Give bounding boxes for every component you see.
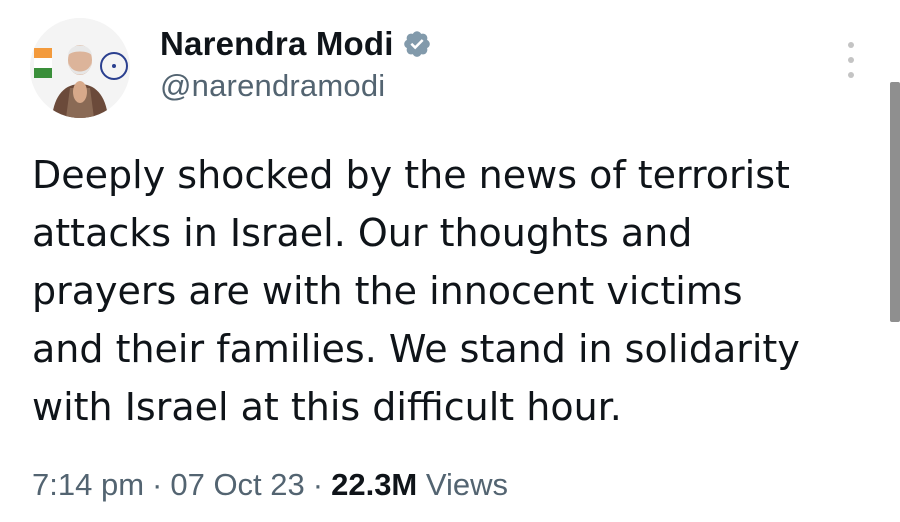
more-dot — [848, 72, 854, 78]
tweet-meta: 7:14 pm · 07 Oct 23 · 22.3M Views — [32, 467, 508, 503]
tweet-text-line: with Israel at this difficult hour. — [32, 385, 622, 429]
tweet-date[interactable]: 07 Oct 23 — [170, 467, 304, 502]
tweet-text-line: prayers are with the innocent victims — [32, 269, 743, 313]
more-options-icon[interactable] — [838, 40, 864, 80]
tweet-time[interactable]: 7:14 pm — [32, 467, 144, 502]
tweet-card: Narendra Modi @narendramodi Deeply shock… — [0, 0, 900, 522]
meta-separator: · — [152, 467, 163, 502]
author-handle[interactable]: @narendramodi — [160, 68, 385, 104]
tweet-text-line: Deeply shocked by the news of terrorist — [32, 153, 790, 197]
author-avatar[interactable] — [30, 18, 130, 118]
verified-badge-icon[interactable] — [402, 29, 432, 59]
views-label: Views — [425, 467, 509, 502]
tweet-text-line: and their families. We stand in solidari… — [32, 327, 800, 371]
author-display-name[interactable]: Narendra Modi — [160, 25, 394, 63]
tweet-text: Deeply shocked by the news of terrorist … — [32, 146, 872, 436]
scrollbar-thumb[interactable] — [890, 82, 900, 322]
more-dot — [848, 42, 854, 48]
meta-separator: · — [312, 467, 324, 502]
tweet-text-line: attacks in Israel. Our thoughts and — [32, 211, 693, 255]
avatar-photo-icon — [30, 18, 130, 118]
views-count: 22.3M — [331, 467, 418, 502]
author-name-row: Narendra Modi — [160, 24, 432, 64]
more-dot — [848, 57, 854, 63]
